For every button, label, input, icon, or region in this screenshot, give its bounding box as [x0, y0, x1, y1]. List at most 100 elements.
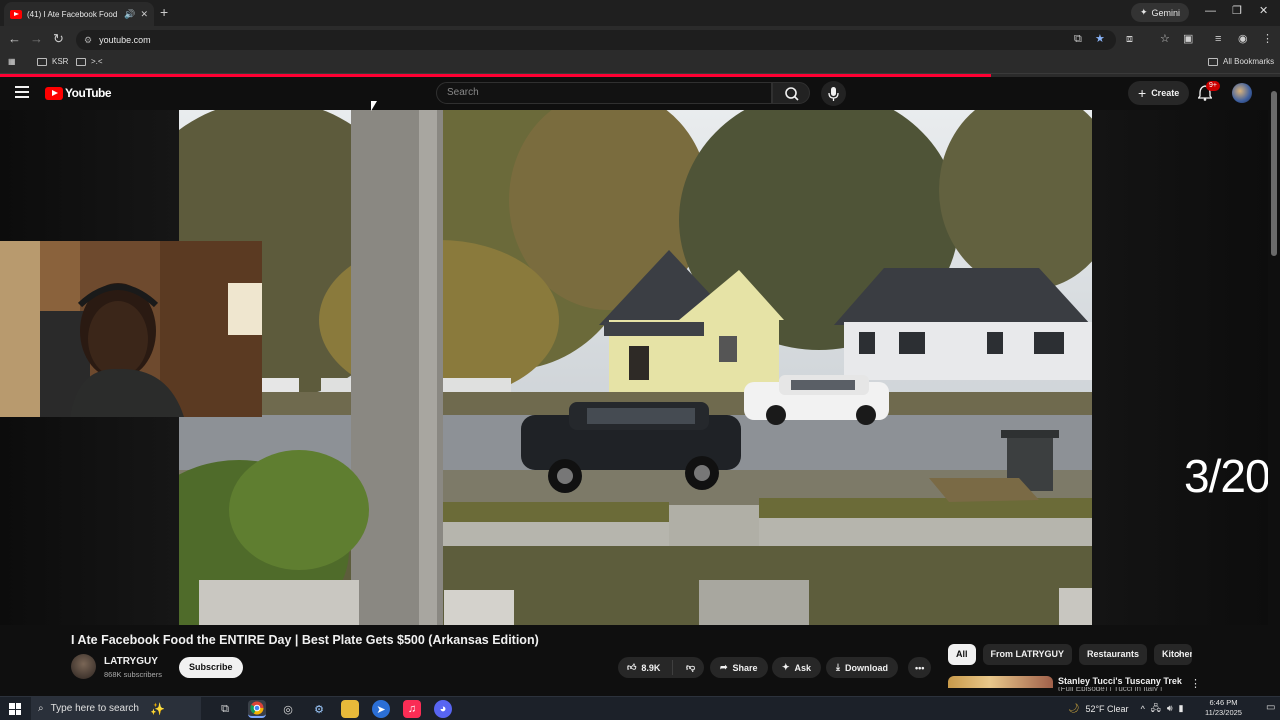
gemini-sparkle-icon: ✦ — [1140, 7, 1148, 17]
tab-search-icon[interactable]: ▣ — [1183, 33, 1193, 45]
close-window-icon[interactable]: ✕ — [1259, 5, 1268, 17]
system-clock[interactable]: 6:46 PM 11/23/2025 — [1205, 698, 1242, 718]
channel-avatar[interactable] — [71, 654, 96, 679]
ask-label: Ask — [794, 662, 812, 673]
bookmark-folder-ksr[interactable]: KSR — [37, 57, 68, 66]
share-button[interactable]: ➦ Share — [710, 657, 768, 678]
bookmark-folder-emoticon[interactable]: >.< — [76, 57, 103, 66]
windows-start-icon[interactable] — [9, 703, 21, 715]
download-label: Download — [844, 662, 888, 673]
thumbs-down-icon: 👎︎ — [686, 662, 696, 672]
scrollbar-thumb[interactable] — [1271, 91, 1277, 256]
sparkle-icon: ✦ — [782, 662, 790, 672]
dislike-button[interactable]: 👎︎ — [678, 662, 695, 673]
url-text: youtube.com — [99, 35, 151, 45]
recommended-video-title[interactable]: Stanley Tucci's Tuscany Trek — [1058, 676, 1182, 687]
browser-tab[interactable]: (41) I Ate Facebook Food the 🔊 ✕ — [4, 2, 154, 26]
app-icon-blue[interactable]: ➤ — [372, 700, 390, 718]
recommended-video-title-line2[interactable]: (Full Episode) | Tucci in Italy | — [1058, 687, 1162, 691]
search-input[interactable]: Search — [436, 82, 772, 104]
ask-button[interactable]: ✦ Ask — [772, 657, 822, 678]
file-explorer-icon[interactable] — [341, 700, 359, 718]
minimize-icon[interactable]: — — [1205, 5, 1216, 17]
install-app-icon[interactable]: ⧉ — [1074, 33, 1082, 45]
page-scrollbar[interactable] — [1268, 77, 1280, 688]
recommended-video-thumbnail[interactable] — [948, 676, 1053, 688]
like-count: 8.9K — [641, 662, 661, 673]
steam-icon[interactable]: ⚙ — [310, 700, 328, 718]
bookmark-label: >.< — [91, 57, 103, 66]
battery-icon[interactable]: ▮ — [1179, 703, 1184, 714]
apps-grid-icon[interactable]: ▦ — [8, 57, 16, 66]
thumbs-up-icon: 👍︎ — [627, 662, 637, 672]
bookmark-star-icon[interactable]: ★ — [1095, 33, 1105, 45]
speaker-icon[interactable]: 🔊 — [124, 9, 135, 20]
plus-icon: + — [1138, 85, 1147, 101]
folder-icon — [76, 57, 86, 66]
chip-from-channel[interactable]: From LATRYGUY — [982, 644, 1073, 665]
subscribe-button[interactable]: Subscribe — [179, 657, 243, 678]
gemini-button[interactable]: ✦ Gemini — [1131, 3, 1190, 22]
browser-tab-bar: (41) I Ate Facebook Food the 🔊 ✕ + ✦ Gem… — [0, 0, 1280, 26]
task-view-icon[interactable]: ⧉ — [216, 700, 234, 718]
channel-name[interactable]: LATRYGUY — [104, 656, 158, 667]
download-button[interactable]: ⤓ Download — [826, 657, 898, 678]
tab-title: (41) I Ate Facebook Food the — [27, 9, 119, 19]
guide-menu-icon[interactable] — [15, 86, 29, 98]
search-button[interactable] — [772, 82, 810, 104]
reading-list-icon[interactable]: ☆ — [1160, 33, 1170, 45]
system-tray: 🌙︎ 52°F Clear ^ 🖧︎ 🔊︎ ▮ — [1068, 697, 1183, 720]
share-label: Share — [732, 662, 758, 673]
chevron-right-icon[interactable]: › — [1176, 646, 1180, 661]
notifications-tray-icon[interactable]: ▭ — [1266, 702, 1275, 713]
weather-text[interactable]: 52°F Clear — [1085, 704, 1128, 714]
subscriber-count: 868K subscribers — [104, 670, 162, 679]
network-icon[interactable]: 🖧︎ — [1151, 701, 1161, 717]
forward-icon[interactable]: → — [30, 32, 43, 46]
discord-icon[interactable]: ◕ — [434, 700, 452, 718]
video-frame[interactable] — [179, 110, 1092, 625]
video-player[interactable]: 3/20 — [0, 110, 1268, 625]
volume-icon[interactable]: 🔊︎ — [1167, 703, 1173, 714]
chip-restaurants[interactable]: Restaurants — [1079, 644, 1148, 665]
reload-icon[interactable]: ↻ — [53, 32, 64, 46]
video-title: I Ate Facebook Food the ENTIRE Day | Bes… — [71, 633, 539, 647]
more-vertical-icon[interactable]: ⋮ — [1190, 677, 1201, 690]
voice-search-button[interactable] — [821, 81, 846, 106]
youtube-play-logo-icon — [45, 86, 63, 100]
omnibox[interactable]: ⚙ youtube.com — [76, 30, 1116, 50]
account-avatar[interactable] — [1232, 83, 1252, 103]
taskbar-search-box[interactable]: ⌕ Type here to search ✨ — [31, 697, 201, 720]
site-info-icon[interactable]: ⚙ — [84, 35, 92, 46]
chrome-taskbar-icon[interactable] — [248, 700, 266, 718]
clock-time: 6:46 PM — [1209, 698, 1238, 707]
close-tab-icon[interactable]: ✕ — [140, 9, 148, 20]
chevron-up-icon[interactable]: ^ — [1141, 704, 1145, 714]
like-button[interactable]: 👍︎ 8.9K — [618, 660, 673, 675]
taskbar-search-placeholder: Type here to search — [50, 703, 139, 714]
video-scene-street — [179, 110, 1092, 625]
like-dislike-group: 👍︎ 8.9K 👎︎ — [618, 657, 704, 678]
address-bar-row: ← → ↻ ⚙ youtube.com ⧉ ★ ⧈ ☆ ▣ ≡ ◉ ⋮ — [0, 26, 1280, 53]
music-icon[interactable]: ♫ — [403, 700, 421, 718]
app-icon-2[interactable]: ◎ — [279, 700, 297, 718]
video-details: I Ate Facebook Food the ENTIRE Day | Bes… — [0, 625, 1268, 691]
chip-kitchen[interactable]: Kitchen — [1154, 644, 1193, 665]
create-button[interactable]: + Create — [1128, 81, 1190, 105]
webcam-feed — [0, 241, 262, 417]
extensions-icon[interactable]: ⧈ — [1126, 33, 1133, 45]
all-bookmarks-label: All Bookmarks — [1223, 57, 1275, 66]
create-label: Create — [1151, 88, 1180, 98]
all-bookmarks-button[interactable]: All Bookmarks — [1208, 57, 1274, 66]
chip-all[interactable]: All — [948, 644, 976, 665]
back-icon[interactable]: ← — [8, 32, 21, 46]
more-actions-button[interactable]: ••• — [908, 657, 932, 678]
youtube-logo[interactable]: YouTube — [45, 86, 112, 100]
clock-date: 11/23/2025 — [1205, 708, 1242, 717]
profile-icon[interactable]: ◉ — [1238, 33, 1248, 45]
streamer-webcam-overlay — [0, 241, 262, 417]
new-tab-button[interactable]: + — [160, 5, 168, 19]
customize-icon[interactable]: ≡ — [1215, 33, 1221, 45]
browser-menu-icon[interactable]: ⋮ — [1262, 33, 1273, 45]
restore-icon[interactable]: ❐ — [1232, 5, 1242, 17]
